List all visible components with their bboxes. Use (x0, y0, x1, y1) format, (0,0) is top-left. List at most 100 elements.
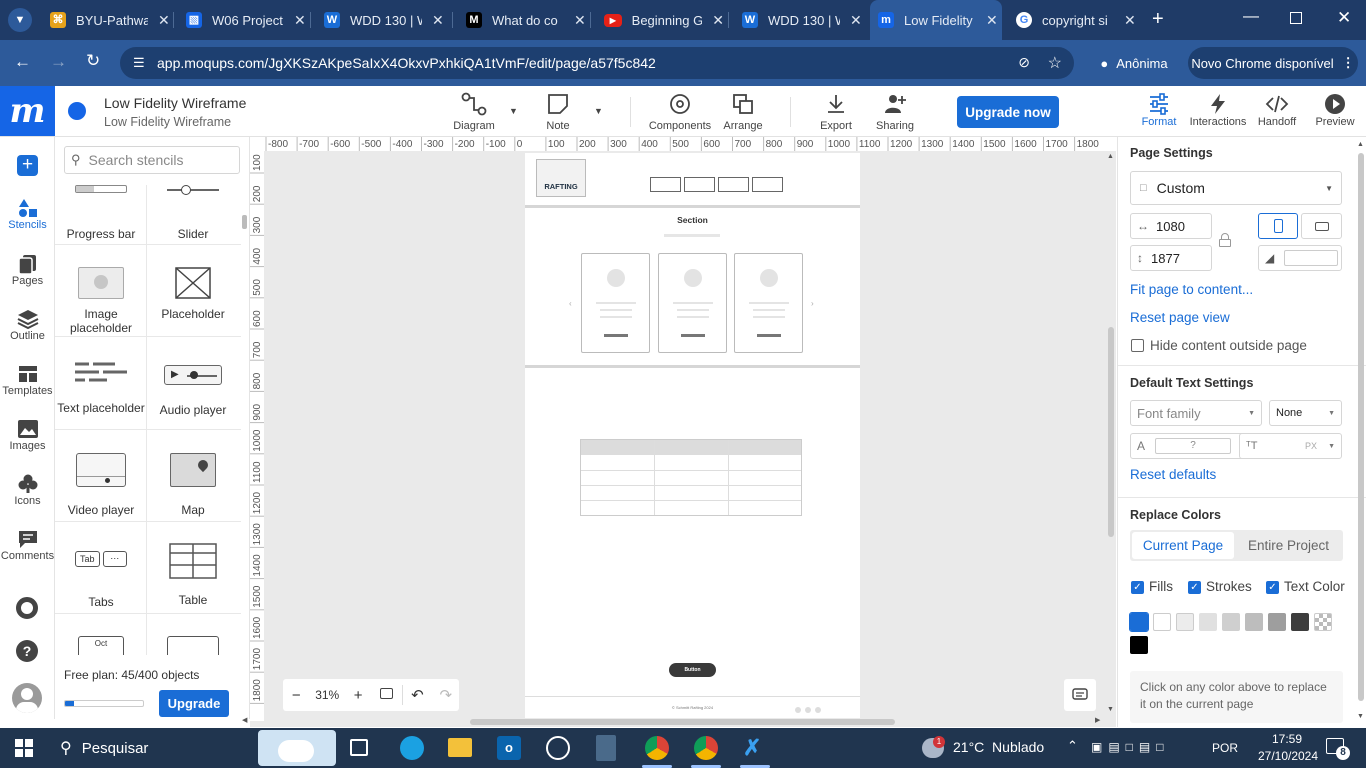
wf-section-title[interactable]: Section (525, 215, 860, 225)
close-tab-icon[interactable]: ✕ (1124, 12, 1136, 29)
color-swatch[interactable] (1222, 613, 1240, 631)
restore-icon[interactable] (1290, 12, 1302, 24)
note-dropdown-icon[interactable]: ▼ (594, 106, 603, 116)
export-tool[interactable]: Export (816, 92, 856, 132)
diagram-tool[interactable]: Diagram (452, 92, 496, 132)
fit-screen-icon[interactable] (371, 688, 401, 702)
interactions-tab[interactable]: Interactions (1190, 92, 1246, 128)
tab-wdd130-a[interactable]: W WDD 130 | W ✕ (318, 0, 444, 40)
chrome-profile-icon[interactable] (694, 736, 718, 760)
page-fill-color[interactable]: ◢ (1258, 245, 1342, 271)
wf-carousel-prev[interactable]: ‹ (569, 299, 572, 308)
tab-w06-project[interactable]: ▧ W06 Project ✕ (180, 0, 306, 40)
tab-byu-pathway[interactable]: ⌘ BYU-Pathway ✕ (44, 0, 170, 40)
fit-page-link[interactable]: Fit page to content... (1130, 282, 1253, 297)
portrait-orientation-button[interactable] (1258, 213, 1298, 239)
stencil-browser[interactable] (147, 636, 239, 655)
stencil-text-placeholder[interactable]: Text placeholder (55, 361, 147, 415)
note-tool[interactable]: Note (540, 92, 576, 132)
outlook-icon[interactable]: o (497, 736, 521, 760)
address-bar[interactable]: ☰ app.moqups.com/JgXKSzAKpeSaIxX4OkxvPxh… (120, 47, 1074, 79)
canvas-hscrollbar[interactable]: ◀ ▶ (242, 717, 1110, 727)
format-tab[interactable]: Format (1140, 92, 1178, 128)
stencils-scrollbar[interactable] (241, 185, 249, 655)
file-explorer-icon[interactable] (448, 738, 472, 757)
stencil-video-player[interactable]: Video player (55, 453, 147, 517)
fills-checkbox[interactable]: ✓ (1131, 581, 1144, 594)
zoom-out-button[interactable]: − (283, 687, 310, 704)
minimize-icon[interactable]: — (1243, 8, 1259, 26)
color-swatch[interactable] (1245, 613, 1263, 631)
edge-icon[interactable] (400, 736, 424, 760)
font-weight-select[interactable]: None ▼ (1269, 400, 1342, 426)
wf-button[interactable]: Button (669, 663, 716, 677)
hide-outside-checkbox[interactable] (1131, 339, 1144, 352)
stencil-table[interactable]: Table (147, 543, 239, 607)
weather-text[interactable]: 21°C Nublado (953, 739, 1044, 755)
close-tab-icon[interactable]: ✕ (158, 12, 170, 29)
bookmark-star-icon[interactable]: ☆ (1048, 53, 1062, 73)
tab-beginning[interactable]: ▶ Beginning G ✕ (598, 0, 724, 40)
upgrade-button[interactable]: Upgrade (159, 690, 229, 717)
color-swatch[interactable] (1176, 613, 1194, 631)
reload-icon[interactable]: ↻ (86, 51, 100, 71)
rail-stencils[interactable]: Stencils (0, 197, 55, 231)
components-tool[interactable]: Components (649, 92, 711, 132)
tab-what-do[interactable]: M What do co ✕ (460, 0, 586, 40)
moqups-logo[interactable]: m (0, 86, 55, 136)
color-swatch[interactable] (1291, 613, 1309, 631)
search-stencils-input[interactable]: ⚲ Search stencils (64, 146, 240, 174)
vscode-icon[interactable]: ✗ (743, 736, 767, 760)
reset-page-view-link[interactable]: Reset page view (1130, 310, 1230, 325)
page-width-input[interactable]: ↔ 1080 (1130, 213, 1212, 239)
lock-aspect-icon[interactable] (1219, 233, 1231, 247)
back-icon[interactable]: ← (14, 52, 31, 72)
settings-gear-icon[interactable] (16, 597, 38, 619)
close-tab-icon[interactable]: ✕ (712, 12, 724, 29)
windows-start-icon[interactable] (15, 739, 33, 757)
whatsapp-icon[interactable] (546, 736, 570, 760)
close-tab-icon[interactable]: ✕ (850, 12, 862, 29)
rail-pages[interactable]: Pages (0, 253, 55, 287)
undo-icon[interactable]: ↶ (402, 686, 432, 704)
color-swatch[interactable] (1129, 612, 1149, 632)
stencil-image-placeholder[interactable]: Image placeholder (55, 267, 147, 335)
wf-carousel-next[interactable]: › (811, 299, 814, 308)
close-tab-icon[interactable]: ✕ (432, 12, 444, 29)
project-title[interactable]: Low Fidelity Wireframe (104, 95, 246, 111)
arrange-tool[interactable]: Arrange (722, 92, 764, 132)
site-settings-icon[interactable]: ☰ (133, 55, 145, 71)
stencil-placeholder[interactable]: Placeholder (147, 267, 239, 321)
page-height-input[interactable]: ↕ 1877 (1130, 245, 1212, 271)
canvas-area[interactable]: -800 -700 -600 -500 -400 -300 -200 -100 0 100 200 3… (242, 137, 1116, 727)
text-color-checkbox[interactable]: ✓ (1266, 581, 1279, 594)
rail-outline[interactable]: Outline (0, 308, 55, 342)
wf-table[interactable] (580, 439, 802, 516)
wf-logo[interactable]: RAFTING (536, 159, 586, 197)
stencil-calendar[interactable]: Oct (55, 636, 147, 655)
font-family-select[interactable]: Font family ▼ (1130, 400, 1262, 426)
color-swatch[interactable] (1314, 613, 1332, 631)
tab-wdd130-b[interactable]: W WDD 130 | W ✕ (736, 0, 862, 40)
more-menu-icon[interactable]: ⋮ (1342, 55, 1355, 71)
comments-toggle-button[interactable] (1064, 679, 1096, 711)
tab-low-fidelity[interactable]: m Low Fidelity ✕ (870, 0, 1002, 40)
sharing-tool[interactable]: Sharing (874, 92, 916, 132)
rail-icons[interactable]: Icons (0, 473, 55, 507)
calculator-icon[interactable] (596, 735, 616, 761)
stencil-tabs[interactable]: Tab ⋯ Tabs (55, 551, 147, 609)
stencil-map[interactable]: Map (147, 453, 239, 517)
tray-chevron-icon[interactable]: ⌃ (1067, 738, 1078, 754)
entire-project-tab[interactable]: Entire Project (1236, 532, 1341, 559)
color-swatch[interactable] (1130, 636, 1148, 654)
wf-nav[interactable] (650, 177, 783, 192)
tab-search-button[interactable]: ▼ (8, 8, 32, 32)
color-swatch[interactable] (1268, 613, 1286, 631)
wf-card[interactable] (581, 253, 650, 353)
task-view-icon[interactable] (350, 739, 368, 756)
landscape-orientation-button[interactable] (1301, 213, 1342, 239)
reset-defaults-link[interactable]: Reset defaults (1130, 467, 1216, 482)
close-tab-icon[interactable]: ✕ (574, 12, 586, 29)
stencil-slider[interactable]: Slider (147, 185, 239, 241)
help-icon[interactable]: ? (16, 640, 38, 662)
